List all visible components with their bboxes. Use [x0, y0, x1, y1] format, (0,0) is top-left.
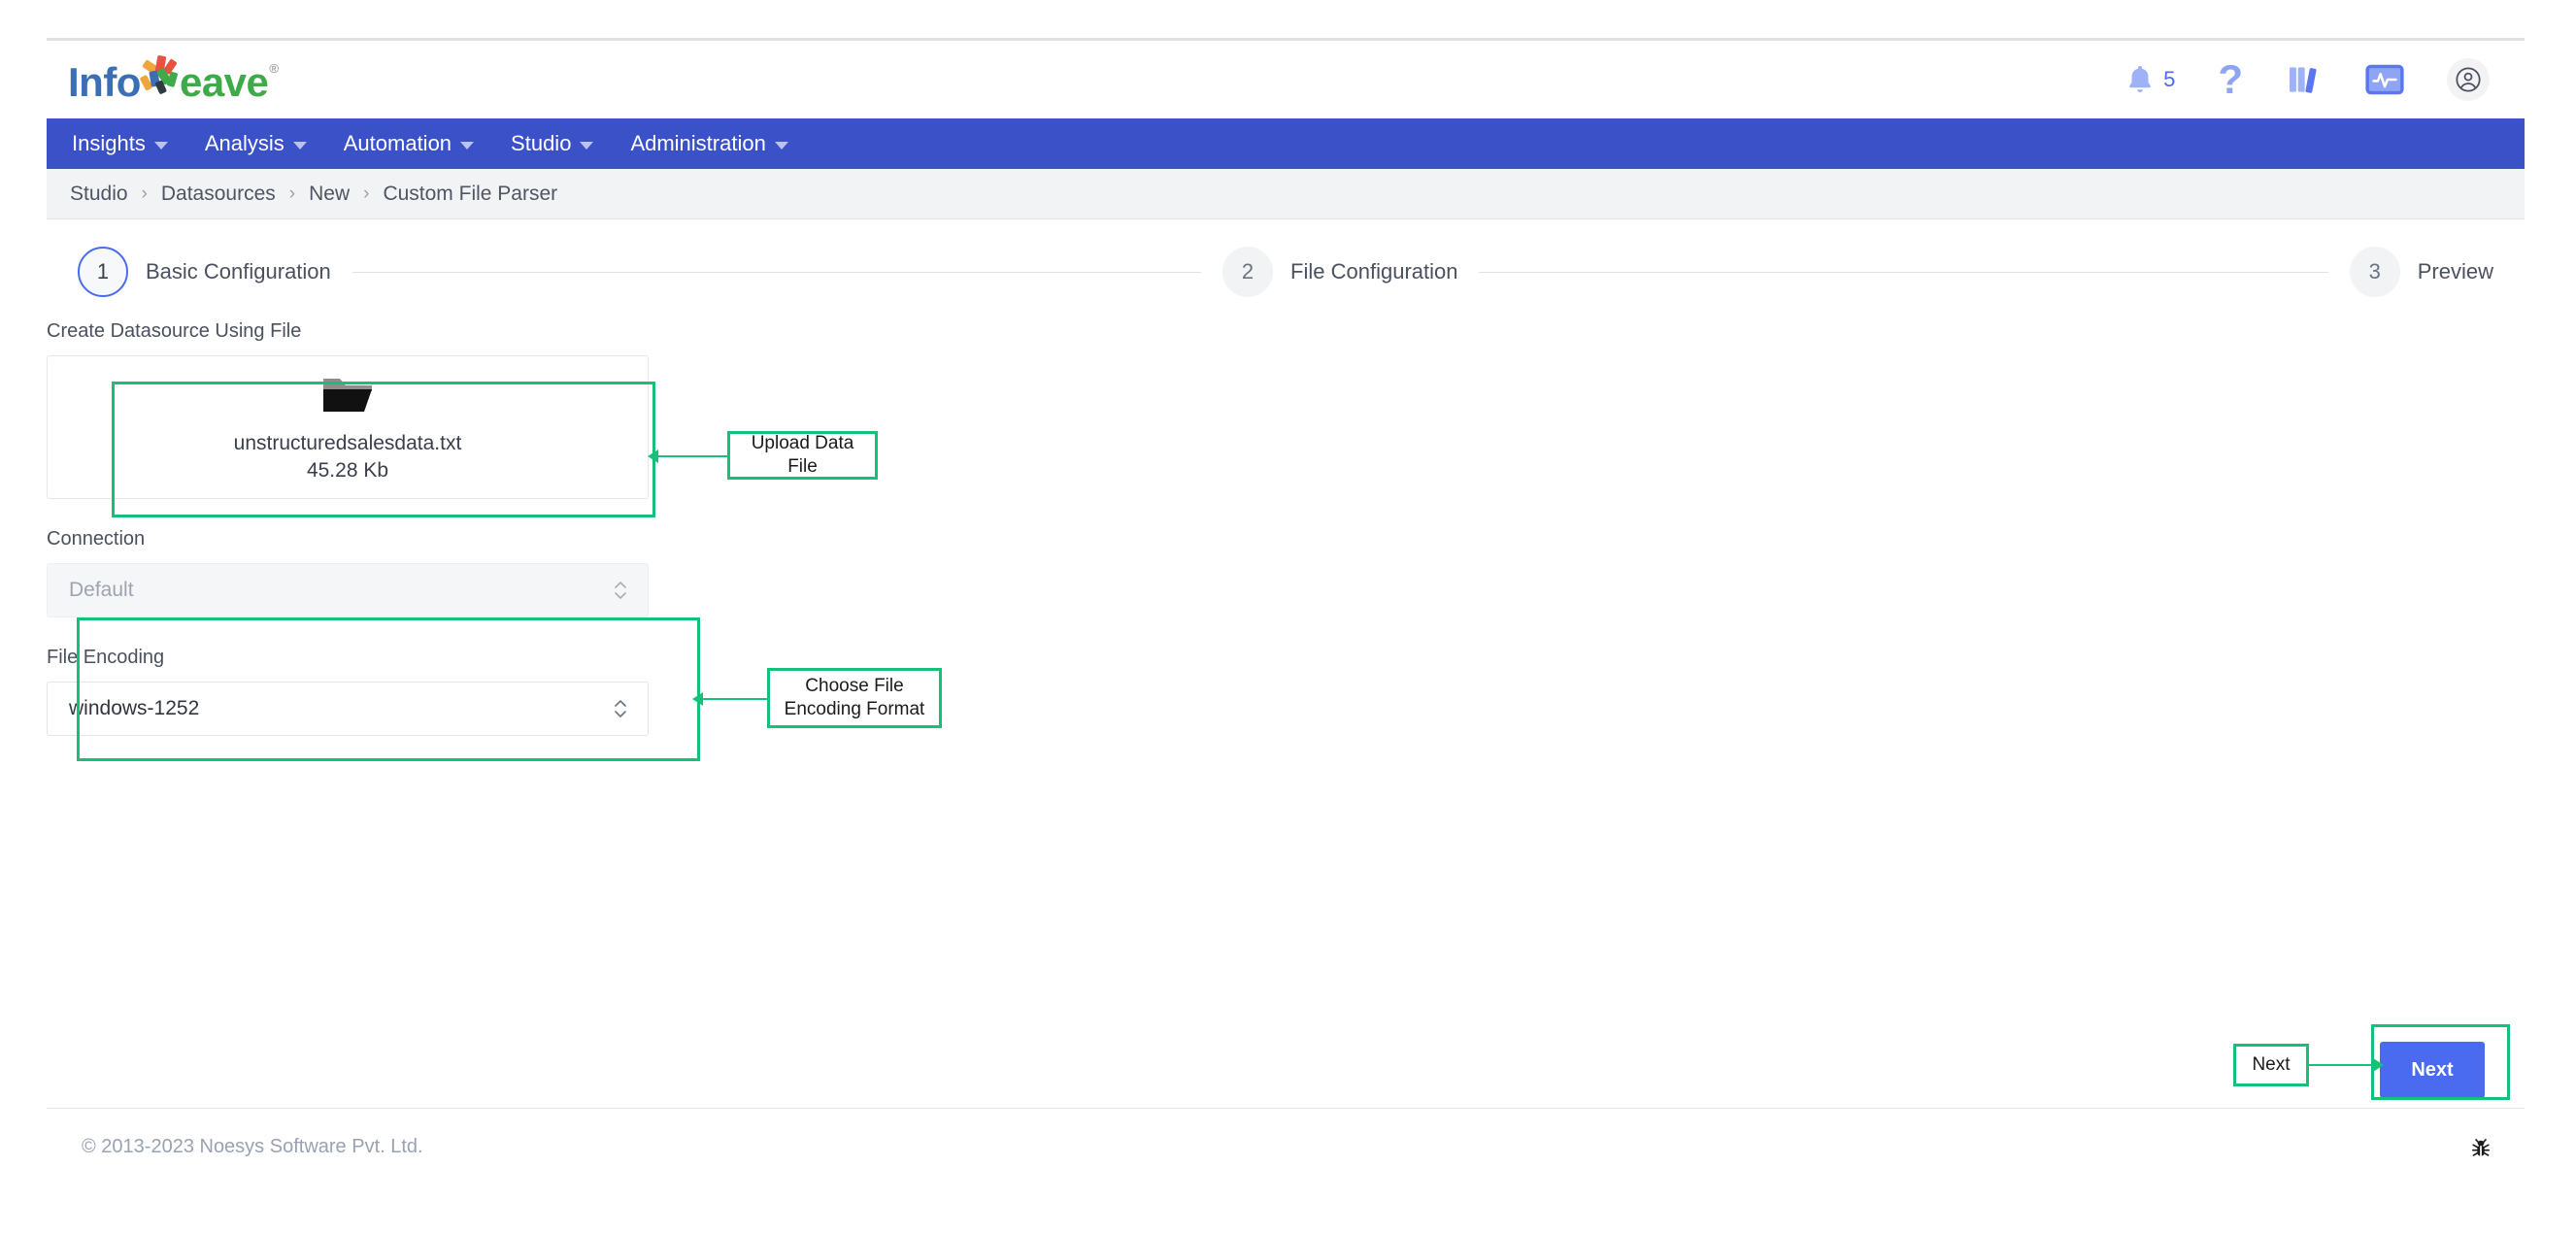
wizard-stepper: 1 Basic Configuration 2 File Configurati… — [47, 238, 2525, 306]
chevron-down-icon — [292, 142, 307, 150]
annotation-callout-file-encoding: Choose File Encoding Format — [767, 668, 942, 728]
nav-label: Studio — [511, 131, 572, 155]
chevron-updown-icon — [613, 696, 628, 721]
logo-text-eave: eave — [179, 59, 269, 105]
annotation-callout-next: Next — [2233, 1044, 2309, 1086]
step-number-2: 2 — [1222, 247, 1274, 297]
books-icon — [2289, 67, 2317, 93]
step-connector — [1479, 271, 2328, 273]
monitor-pulse-icon — [2365, 64, 2404, 95]
step-connector — [351, 271, 1202, 273]
breadcrumb: Studio › Datasources › New › Custom File… — [47, 169, 2525, 219]
step-file-configuration[interactable]: 2 File Configuration — [1222, 247, 1457, 297]
chevron-down-icon — [153, 142, 168, 150]
nav-item-insights[interactable]: Insights — [70, 127, 170, 160]
upload-field-label: Create Datasource Using File — [47, 320, 302, 342]
user-account-icon[interactable] — [2447, 58, 2490, 101]
nav-item-administration[interactable]: Administration — [628, 127, 789, 160]
nav-item-studio[interactable]: Studio — [509, 127, 595, 160]
header-icon-group: 5 ? — [2124, 58, 2503, 101]
annotation-leader-upload — [658, 455, 728, 457]
uploaded-file-name: unstructuredsalesdata.txt — [233, 431, 462, 454]
infoveave-logo[interactable]: Info eave ® — [68, 55, 279, 105]
main-navigation: Insights Analysis Automation Studio Admi… — [47, 118, 2525, 169]
breadcrumb-item-studio[interactable]: Studio — [70, 183, 128, 206]
bug-icon[interactable] — [2468, 1136, 2493, 1166]
nav-label: Insights — [72, 131, 146, 155]
step-label-3: Preview — [2417, 259, 2493, 283]
nav-item-automation[interactable]: Automation — [342, 127, 476, 160]
help-question-glyph: ? — [2218, 56, 2243, 102]
chevron-down-icon — [460, 142, 475, 150]
step-label-1: Basic Configuration — [146, 259, 331, 283]
annotation-callout-upload: Upload Data File — [727, 431, 878, 480]
copyright-text: © 2013-2023 Noesys Software Pvt. Ltd. — [82, 1136, 423, 1157]
breadcrumb-separator-icon: › — [363, 183, 370, 204]
chevron-down-icon — [580, 142, 594, 150]
library-icon[interactable] — [2286, 61, 2323, 98]
breadcrumb-item-custom-file-parser[interactable]: Custom File Parser — [383, 183, 557, 206]
monitor-icon[interactable] — [2365, 64, 2404, 95]
nav-label: Automation — [343, 131, 452, 155]
nav-label: Analysis — [204, 131, 284, 155]
folder-icon — [320, 373, 375, 422]
app-footer: © 2013-2023 Noesys Software Pvt. Ltd. — [47, 1109, 2525, 1233]
avatar — [2447, 58, 2490, 101]
breadcrumb-item-datasources[interactable]: Datasources — [161, 183, 276, 206]
app-root: Info eave ® 5 ? Insights Analysis Automa… — [0, 0, 2576, 1233]
file-upload-dropzone[interactable]: unstructuredsalesdata.txt 45.28 Kb — [47, 355, 649, 499]
help-icon[interactable]: ? — [2218, 59, 2243, 100]
connection-field-label: Connection — [47, 528, 146, 550]
annotation-leader-file-encoding — [703, 698, 769, 700]
step-basic-configuration[interactable]: 1 Basic Configuration — [78, 247, 331, 297]
chevron-updown-icon — [613, 578, 628, 603]
nav-label: Administration — [630, 131, 766, 155]
step-label-2: File Configuration — [1290, 259, 1458, 283]
uploaded-file-size: 45.28 Kb — [306, 458, 389, 482]
annotation-arrow-next — [2373, 1058, 2384, 1072]
chevron-down-icon — [774, 142, 788, 150]
logo-weave-mark — [138, 55, 183, 96]
annotation-arrow-file-encoding — [692, 692, 703, 706]
notification-badge: 5 — [2163, 67, 2176, 91]
file-encoding-value: windows-1252 — [69, 697, 200, 719]
notifications-icon[interactable]: 5 — [2124, 62, 2175, 97]
annotation-leader-next — [2309, 1064, 2374, 1066]
file-encoding-field-label: File Encoding — [47, 647, 165, 668]
connection-value: Default — [69, 579, 134, 601]
breadcrumb-separator-icon: › — [288, 183, 296, 204]
app-header: Info eave ® 5 ? — [47, 41, 2525, 118]
connection-select: Default — [47, 563, 649, 617]
basic-configuration-form: Create Datasource Using File unstructure… — [47, 320, 2525, 736]
file-encoding-select[interactable]: windows-1252 — [47, 682, 649, 736]
breadcrumb-item-new[interactable]: New — [309, 183, 350, 206]
avatar-icon — [2456, 67, 2481, 92]
step-preview[interactable]: 3 Preview — [2349, 247, 2493, 297]
step-number-1: 1 — [78, 247, 128, 297]
step-number-3: 3 — [2349, 247, 2400, 297]
breadcrumb-separator-icon: › — [141, 183, 148, 204]
nav-item-analysis[interactable]: Analysis — [203, 127, 309, 160]
registered-mark: ® — [269, 61, 279, 76]
annotation-arrow-upload — [648, 450, 658, 463]
bell-icon — [2129, 65, 2152, 93]
next-button[interactable]: Next — [2380, 1042, 2485, 1098]
logo-text-info: Info — [68, 59, 141, 105]
